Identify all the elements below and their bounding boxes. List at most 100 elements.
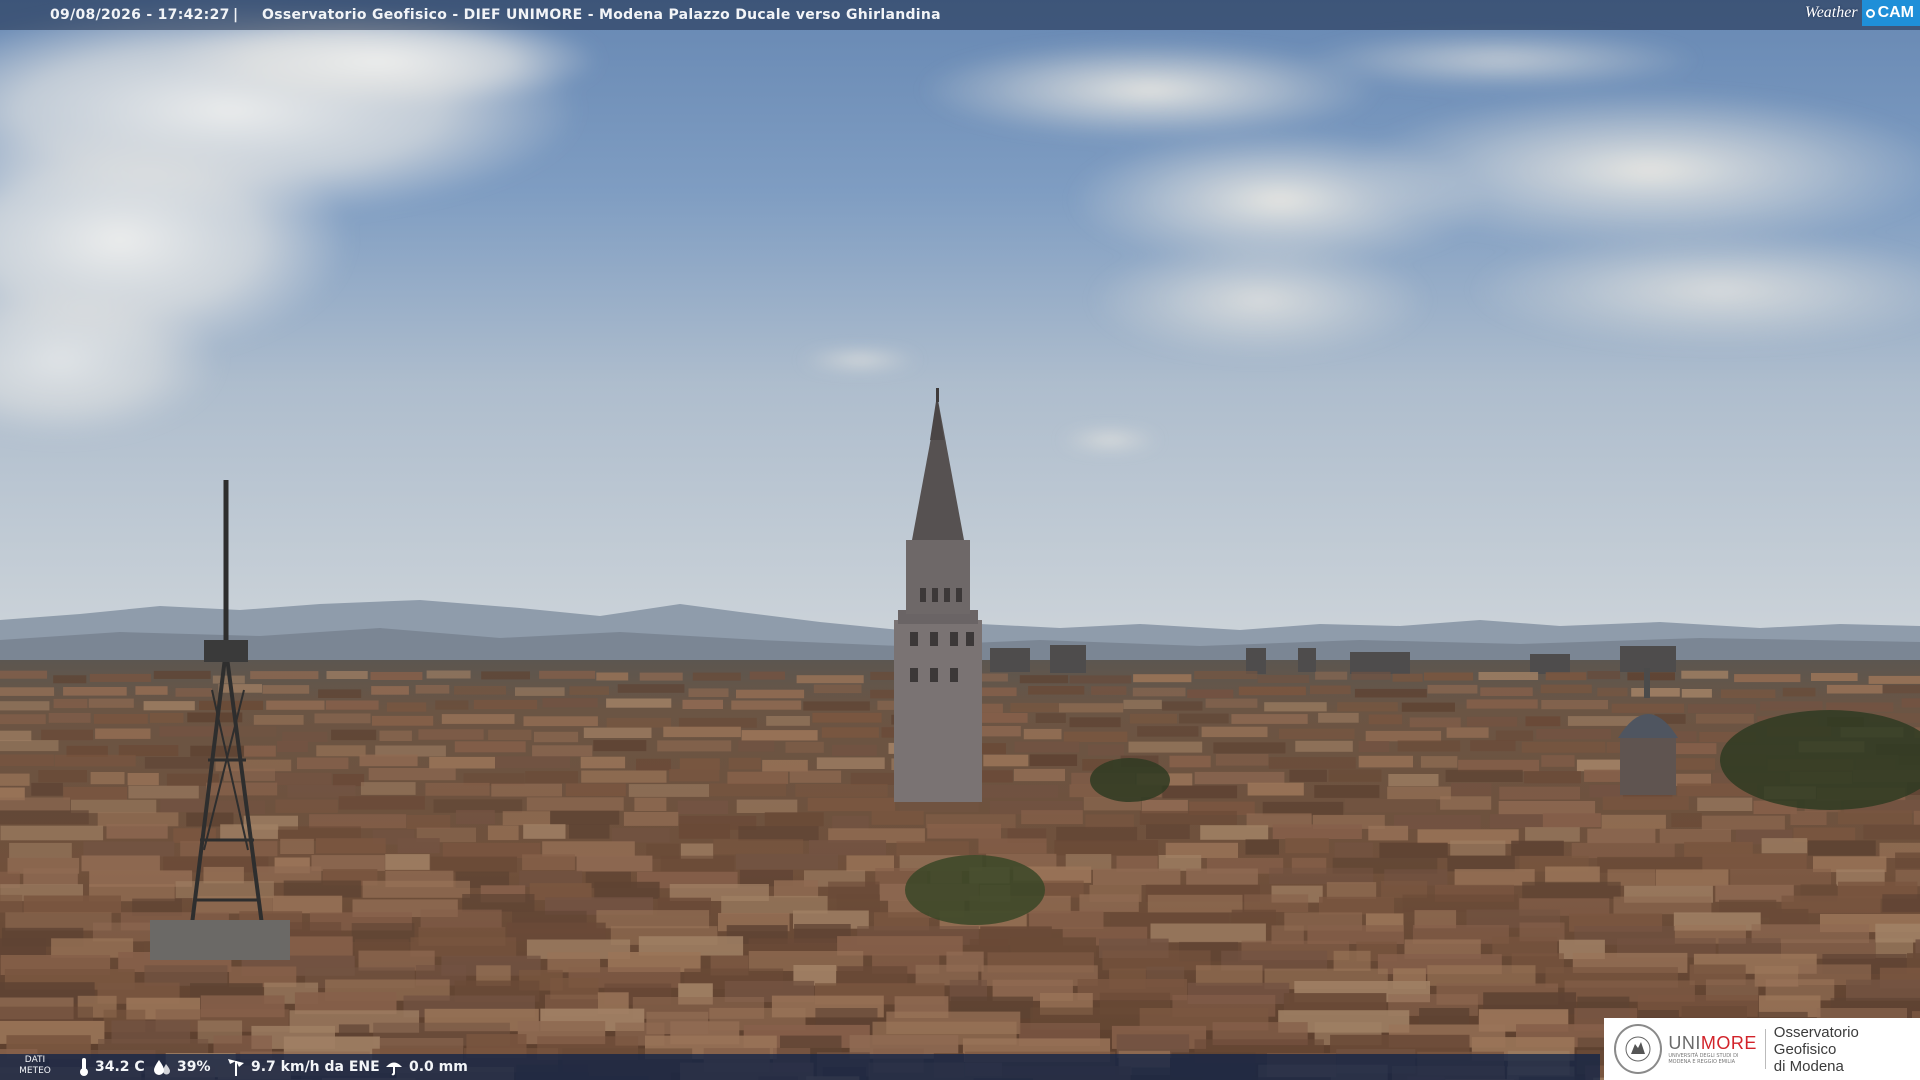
roof-block — [203, 866, 244, 884]
roof-block — [253, 866, 322, 883]
roof-block — [1213, 742, 1286, 754]
roof-block — [0, 773, 30, 786]
roof-block — [1023, 728, 1062, 740]
roof-block — [803, 701, 870, 711]
roof-block — [435, 700, 469, 710]
roof-block — [0, 797, 70, 811]
roof-block — [1521, 741, 1606, 753]
roof-block — [1368, 825, 1409, 841]
roof-block — [1268, 757, 1356, 769]
roof-block — [1498, 801, 1596, 815]
roof-block — [1035, 713, 1066, 723]
roof-block — [1730, 868, 1831, 886]
roof-block — [1319, 896, 1395, 915]
roof-block — [1760, 701, 1823, 711]
roof-block — [379, 730, 412, 741]
roof-block — [1186, 868, 1258, 885]
roof-block — [1536, 728, 1612, 740]
roof-block — [1492, 936, 1558, 957]
roof-block — [418, 729, 484, 740]
roof-block — [713, 839, 804, 855]
roof-block — [1863, 824, 1920, 840]
roof-block — [159, 726, 238, 737]
roof-block — [1671, 813, 1702, 827]
roof-block — [816, 757, 885, 769]
roof-block — [639, 672, 683, 681]
roof-block — [53, 675, 87, 684]
roof-block — [239, 726, 277, 737]
roof-block — [1069, 675, 1132, 684]
roof-block — [1244, 894, 1309, 912]
roof-block — [326, 671, 368, 679]
roof-block — [0, 714, 46, 725]
roof-block — [1128, 741, 1203, 753]
roof-block — [1013, 768, 1065, 782]
roof-block — [1129, 713, 1177, 724]
roof-block — [523, 716, 598, 727]
roof-block — [88, 698, 134, 708]
roof-block — [736, 689, 805, 699]
roof-block — [1069, 717, 1121, 728]
roof-block — [576, 855, 653, 872]
roof-block — [523, 824, 566, 839]
roof-block — [415, 685, 450, 694]
roof-block — [1354, 688, 1427, 698]
roof-block — [1314, 785, 1380, 798]
roof-block — [569, 824, 610, 839]
roof-block — [487, 825, 519, 841]
roof-block — [297, 757, 349, 770]
weathercam-logo: Weather CAM — [1805, 0, 1920, 26]
roof-block — [1656, 869, 1729, 886]
roof-block — [731, 700, 802, 710]
roof-block — [606, 717, 672, 728]
roof-block — [542, 698, 598, 708]
roof-block — [1734, 674, 1801, 683]
thermometer-icon — [80, 1058, 88, 1076]
roof-block — [0, 701, 50, 711]
roof-block — [1337, 702, 1398, 712]
roof-block — [1427, 684, 1478, 694]
roof-block — [762, 759, 808, 772]
roof-block — [1470, 740, 1516, 752]
roof-block — [1194, 671, 1258, 679]
roof-block — [1659, 829, 1731, 844]
roof-block — [1427, 965, 1536, 986]
roof-block — [606, 698, 672, 708]
roof-block — [277, 741, 308, 752]
roof-block — [1761, 838, 1808, 854]
roof-block — [244, 745, 276, 757]
roof-block — [175, 688, 213, 697]
weathercam-cam-badge: CAM — [1861, 0, 1920, 26]
roof-block — [429, 756, 495, 769]
roof-block — [90, 772, 125, 785]
roof-block — [1123, 699, 1162, 709]
roof-block — [481, 671, 530, 680]
roof-block — [53, 698, 88, 709]
weather-label-line1: DATI — [24, 1055, 46, 1065]
camera-info-bar: 09/08/2026 - 17:42:27 | Osservatorio Geo… — [0, 0, 1920, 30]
roof-block — [63, 687, 127, 696]
roof-block — [594, 881, 660, 899]
unimore-name-part2: MORE — [1700, 1033, 1757, 1053]
roof-block — [1162, 701, 1203, 711]
roof-block — [522, 854, 575, 871]
roof-block — [728, 757, 761, 770]
roof-block — [318, 689, 362, 698]
roof-block — [1597, 687, 1628, 697]
roof-block — [534, 731, 579, 743]
roof-block — [1695, 713, 1754, 724]
roof-block — [93, 714, 148, 724]
roof-block — [127, 773, 159, 786]
roof-block — [738, 826, 819, 841]
roof-block — [262, 685, 310, 694]
roof-block — [1782, 687, 1816, 697]
roof-block — [1587, 828, 1656, 844]
humidity-value: 39% — [177, 1059, 211, 1075]
roof-block — [871, 810, 924, 825]
roof-block — [727, 771, 789, 784]
roof-block — [1318, 712, 1359, 723]
roof-block — [583, 727, 652, 738]
roof-block — [1540, 684, 1592, 694]
roof-block — [316, 838, 386, 854]
roof-block — [118, 745, 179, 757]
